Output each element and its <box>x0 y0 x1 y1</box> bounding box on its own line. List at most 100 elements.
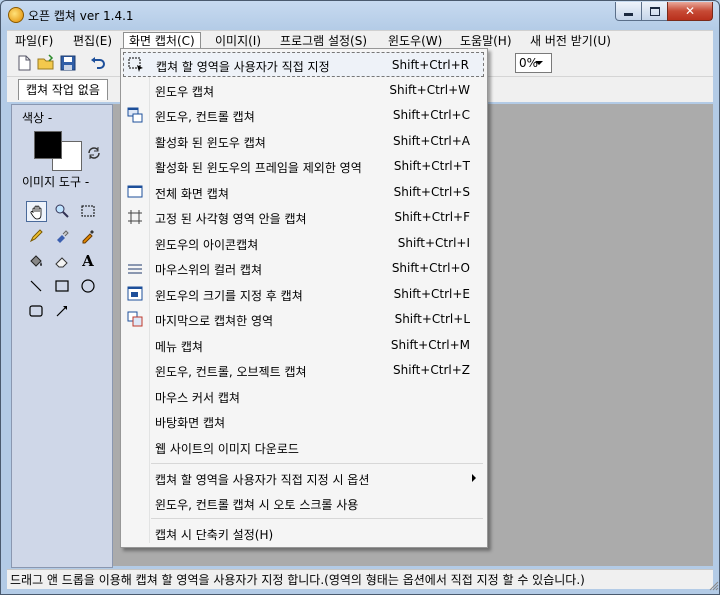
maximize-button[interactable] <box>641 2 668 21</box>
menu-item-label: 윈도우의 아이콘캡쳐 <box>155 238 259 252</box>
menu-item-resize-capture[interactable]: 윈도우의 크기를 지정 후 캡쳐 Shift+Ctrl+E <box>123 282 484 307</box>
app-icon <box>8 7 24 23</box>
menu-item-window-capture[interactable]: 윈도우 캡쳐 Shift+Ctrl+W <box>123 78 484 103</box>
new-file-icon <box>18 55 31 71</box>
status-bar: 드래그 앤 드롭을 이용해 캡쳐 할 영역을 사용자가 지정 합니다.(영역의 … <box>7 569 713 589</box>
rectangle-icon <box>55 280 69 292</box>
line-tool[interactable] <box>26 276 46 296</box>
open-button[interactable] <box>37 54 55 72</box>
arrow-tool[interactable] <box>52 301 72 321</box>
resize-grip-icon[interactable] <box>709 581 719 591</box>
window-control-icon <box>127 107 143 123</box>
menu-item-label: 전체 화면 캡쳐 <box>155 187 229 201</box>
menu-item-region-capture[interactable]: 캡쳐 할 영역을 사용자가 직접 지정 Shift+Ctrl+R <box>123 52 484 77</box>
rounded-rect-tool[interactable] <box>26 301 46 321</box>
menu-item-region-options[interactable]: 캡쳐 할 영역을 사용자가 직접 지정 시 옵션 <box>123 466 484 491</box>
maximize-icon <box>649 6 660 16</box>
menu-item-label: 윈도우, 컨트롤, 오브젝트 캡쳐 <box>155 365 307 379</box>
menu-item-object-capture[interactable]: 윈도우, 컨트롤, 오브젝트 캡쳐 Shift+Ctrl+Z <box>123 358 484 383</box>
menu-item-icon-capture[interactable]: 윈도우의 아이콘캡쳐 Shift+Ctrl+I <box>123 231 484 256</box>
undo-icon <box>91 57 105 69</box>
menu-item-shortcut: Shift+Ctrl+T <box>393 159 470 173</box>
pencil-tool[interactable] <box>26 226 46 246</box>
minimize-button[interactable] <box>615 2 642 21</box>
menu-window[interactable]: 윈도우(W) <box>383 33 447 49</box>
menu-item-color-capture[interactable]: 마우스위의 컬러 캡쳐 Shift+Ctrl+O <box>123 256 484 281</box>
menu-item-last-region-capture[interactable]: 마지막으로 캡쳐한 영역 Shift+Ctrl+L <box>123 307 484 332</box>
menu-item-shortcut: Shift+Ctrl+R <box>391 58 469 72</box>
line-icon <box>30 280 42 292</box>
menu-file[interactable]: 파일(F) <box>10 33 58 49</box>
tab-no-capture[interactable]: 캡쳐 작업 없음 <box>18 79 108 100</box>
chevron-down-icon <box>535 60 543 65</box>
undo-button[interactable] <box>89 54 107 72</box>
zoom-dropdown-button[interactable] <box>532 54 546 71</box>
fill-tool[interactable] <box>26 251 46 271</box>
menu-item-shortcut: Shift+Ctrl+E <box>393 287 470 301</box>
ellipse-tool[interactable] <box>78 276 98 296</box>
menu-item-fullscreen-capture[interactable]: 전체 화면 캡쳐 Shift+Ctrl+S <box>123 180 484 205</box>
text-tool[interactable]: A <box>78 251 98 271</box>
menu-item-label: 마지막으로 캡쳐한 영역 <box>155 314 274 328</box>
menu-item-shortcut: Shift+Ctrl+M <box>390 338 470 352</box>
menu-separator <box>151 463 483 464</box>
menu-edit[interactable]: 편집(E) <box>68 33 117 49</box>
menu-item-shortcut: Shift+Ctrl+W <box>389 83 470 97</box>
menu-item-shortcut: Shift+Ctrl+S <box>393 185 470 199</box>
hand-tool[interactable] <box>26 201 47 222</box>
title-bar[interactable]: 오픈 캡쳐 ver 1.4.1 ✕ <box>1 1 719 29</box>
menu-help[interactable]: 도움말(H) <box>455 33 517 49</box>
menu-update[interactable]: 새 버전 받기(U) <box>525 33 616 49</box>
menu-item-label: 캡쳐 할 영역을 사용자가 직접 지정 시 옵션 <box>155 473 370 487</box>
save-icon <box>60 55 76 71</box>
menu-image[interactable]: 이미지(I) <box>210 33 266 49</box>
tool-panel: 색상 - 이미지 도구 - A <box>11 104 113 568</box>
swap-colors-icon[interactable] <box>86 145 102 161</box>
color-capture-icon <box>128 264 142 274</box>
menu-item-label: 마우스위의 컬러 캡쳐 <box>155 263 262 277</box>
arrow-icon <box>56 306 67 317</box>
eraser-tool[interactable] <box>52 251 72 271</box>
save-button[interactable] <box>59 54 77 72</box>
zoom-tool[interactable] <box>52 201 72 221</box>
menu-item-label: 캡쳐 시 단축키 설정(H) <box>155 528 274 542</box>
hand-icon <box>30 205 41 219</box>
paint-bucket-icon <box>30 255 42 267</box>
brush-tool[interactable] <box>52 226 72 246</box>
menu-item-label: 바탕화면 캡쳐 <box>155 416 226 430</box>
menu-item-cursor-capture[interactable]: 마우스 커서 캡쳐 <box>123 384 484 409</box>
menu-item-client-area-capture[interactable]: 활성화 된 윈도우의 프레임을 제외한 영역 Shift+Ctrl+T <box>123 154 484 179</box>
menu-item-window-control-capture[interactable]: 윈도우, 컨트롤 캡쳐 Shift+Ctrl+C <box>123 103 484 128</box>
menu-item-shortcut: Shift+Ctrl+Z <box>393 363 470 377</box>
menu-item-label: 웹 사이트의 이미지 다운로드 <box>155 442 299 456</box>
menu-item-shortcut: Shift+Ctrl+A <box>393 134 470 148</box>
menu-item-shortcut: Shift+Ctrl+O <box>391 261 470 275</box>
eyedropper-tool[interactable] <box>78 226 98 246</box>
menu-item-label: 메뉴 캡쳐 <box>155 340 203 354</box>
menu-item-desktop-capture[interactable]: 바탕화면 캡쳐 <box>123 409 484 434</box>
rounded-rect-icon <box>29 305 43 317</box>
close-button[interactable]: ✕ <box>667 2 713 21</box>
menu-settings[interactable]: 프로그램 설정(S) <box>275 33 372 49</box>
menu-item-fixed-rect-capture[interactable]: 고정 된 사각형 영역 안을 캡쳐 Shift+Ctrl+F <box>123 205 484 230</box>
window-title: 오픈 캡쳐 ver 1.4.1 <box>28 9 134 23</box>
menu-item-label: 활성화 된 윈도우 캡쳐 <box>155 136 266 150</box>
menu-item-auto-scroll[interactable]: 윈도우, 컨트롤 캡쳐 시 오토 스크롤 사용 <box>123 491 484 516</box>
rectangle-tool[interactable] <box>52 276 72 296</box>
open-folder-icon <box>37 54 54 70</box>
menu-item-label: 활성화 된 윈도우의 프레임을 제외한 영역 <box>155 161 362 175</box>
menu-item-label: 윈도우, 컨트롤 캡쳐 시 오토 스크롤 사용 <box>155 498 359 512</box>
foreground-color[interactable] <box>34 131 62 159</box>
capture-menu: 캡쳐 할 영역을 사용자가 직접 지정 Shift+Ctrl+R 윈도우 캡쳐 … <box>120 48 488 548</box>
eraser-icon <box>55 257 68 268</box>
marquee-tool[interactable] <box>78 201 98 221</box>
menu-item-active-window-capture[interactable]: 활성화 된 윈도우 캡쳐 Shift+Ctrl+A <box>123 129 484 154</box>
eyedropper-icon <box>82 230 94 244</box>
menu-item-web-image-download[interactable]: 웹 사이트의 이미지 다운로드 <box>123 435 484 460</box>
color-label: 색상 - <box>22 111 53 125</box>
fullscreen-icon <box>127 185 143 198</box>
new-button[interactable] <box>15 54 33 72</box>
last-region-icon <box>127 311 143 327</box>
menu-item-hotkey-settings[interactable]: 캡쳐 시 단축키 설정(H) <box>123 521 484 546</box>
menu-item-menu-capture[interactable]: 메뉴 캡쳐 Shift+Ctrl+M <box>123 333 484 358</box>
